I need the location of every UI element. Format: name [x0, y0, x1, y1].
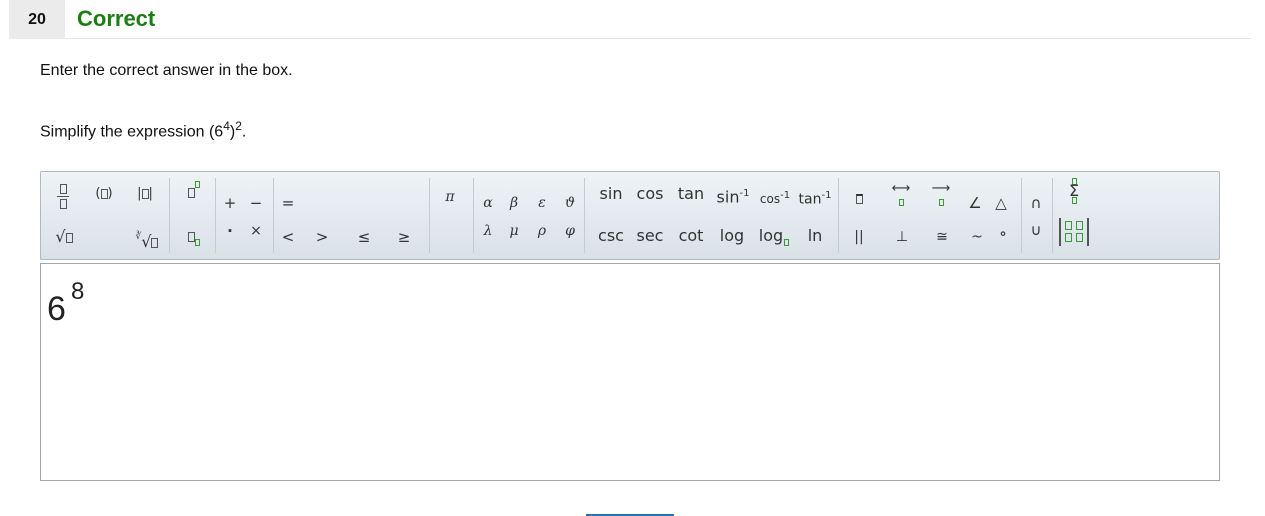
minus-button[interactable]: −: [245, 190, 267, 216]
ray-button[interactable]: ⟶: [923, 182, 959, 208]
cos-button[interactable]: cos: [633, 181, 667, 207]
toolbar-separator: [273, 178, 274, 253]
sec-button[interactable]: sec: [633, 223, 667, 249]
mu-button[interactable]: μ: [503, 218, 525, 244]
arccos-label: cos: [759, 192, 781, 206]
toolbar-separator: [838, 178, 839, 253]
intersection-button[interactable]: ∩: [1025, 190, 1047, 216]
equals-button[interactable]: =: [277, 190, 299, 216]
question-number: 20: [9, 0, 65, 39]
instruction-text: Enter the correct answer in the box.: [40, 62, 293, 79]
toolbar-separator: [215, 178, 216, 253]
answer-exponent: 8: [71, 278, 85, 305]
overline-button[interactable]: [847, 186, 871, 212]
rho-button[interactable]: ρ: [531, 218, 553, 244]
log-base-label: log: [758, 226, 784, 245]
answer-base: 6: [47, 290, 66, 328]
fraction-button[interactable]: [49, 182, 77, 212]
angle-button[interactable]: ∠: [965, 190, 985, 216]
degree-button[interactable]: ∘: [993, 221, 1013, 247]
matrix-button[interactable]: [1055, 218, 1093, 254]
outer-exponent: 2: [235, 119, 242, 133]
sin-button[interactable]: sin: [594, 181, 628, 207]
arcsin-exponent: -1: [739, 188, 750, 199]
question-header: 20 Correct: [9, 0, 1251, 39]
arctan-button[interactable]: tan-1: [796, 183, 834, 209]
less-equal-button[interactable]: ≤: [353, 224, 375, 250]
subscript-button[interactable]: [181, 224, 207, 250]
log-base-button[interactable]: log: [753, 223, 795, 249]
log-button[interactable]: log: [715, 223, 749, 249]
inner-exponent: 4: [223, 119, 230, 133]
parallel-button[interactable]: ||: [847, 224, 871, 250]
toolbar-separator: [473, 178, 474, 253]
summation-button[interactable]: Σ: [1057, 178, 1091, 212]
toolbar-separator: [169, 178, 170, 253]
epsilon-button[interactable]: ε: [531, 190, 553, 216]
toolbar-separator: [584, 178, 585, 253]
alpha-button[interactable]: α: [477, 190, 499, 216]
absolute-value-button[interactable]: | |: [131, 181, 159, 207]
phi-button[interactable]: φ: [559, 218, 581, 244]
times-button[interactable]: ×: [245, 218, 267, 244]
square-root-button[interactable]: √: [49, 224, 79, 250]
arcsin-label: sin: [716, 187, 740, 207]
congruent-button[interactable]: ≅: [931, 224, 953, 250]
arctan-label: tan: [798, 191, 822, 208]
answer-input[interactable]: 6 8: [40, 263, 1220, 481]
similar-button[interactable]: ~: [967, 224, 987, 250]
line-button[interactable]: ⟷: [883, 182, 919, 208]
question-prefix: Simplify the expression (6: [40, 123, 224, 141]
csc-button[interactable]: csc: [594, 223, 628, 249]
greater-equal-button[interactable]: ≥: [393, 224, 415, 250]
sigma-symbol: Σ: [1068, 181, 1080, 200]
arccos-button[interactable]: cos-1: [755, 183, 795, 209]
tan-button[interactable]: tan: [674, 181, 708, 207]
question-suffix: .: [241, 123, 247, 141]
perpendicular-button[interactable]: ⊥: [891, 224, 913, 250]
superscript-button[interactable]: [181, 180, 207, 206]
arcsin-button[interactable]: sin-1: [713, 181, 753, 207]
status-label: Correct: [77, 6, 156, 31]
parentheses-button[interactable]: (): [89, 181, 119, 207]
arccos-exponent: -1: [780, 190, 791, 201]
triangle-button[interactable]: △: [991, 190, 1011, 216]
dot-button[interactable]: ·: [219, 218, 241, 244]
pi-button[interactable]: π: [439, 184, 461, 210]
question-text: Simplify the expression (64)2.: [40, 119, 246, 141]
arctan-exponent: -1: [821, 190, 832, 201]
union-button[interactable]: ∪: [1025, 217, 1047, 243]
nth-root-button[interactable]: ∛√: [131, 224, 163, 251]
ln-button[interactable]: ln: [801, 223, 829, 249]
plus-button[interactable]: +: [219, 190, 241, 216]
theta-button[interactable]: ϑ: [559, 190, 581, 216]
toolbar-separator: [1052, 178, 1053, 253]
less-than-button[interactable]: <: [277, 224, 299, 250]
lambda-button[interactable]: λ: [477, 218, 499, 244]
toolbar-separator: [429, 178, 430, 253]
beta-button[interactable]: β: [503, 190, 525, 216]
greater-than-button[interactable]: >: [311, 224, 333, 250]
toolbar-separator: [1021, 178, 1022, 253]
cot-button[interactable]: cot: [674, 223, 708, 249]
math-toolbar: () | | √ ∛√ + − · × = < > ≤ ≥ π α β ε ϑ λ…: [40, 171, 1220, 260]
